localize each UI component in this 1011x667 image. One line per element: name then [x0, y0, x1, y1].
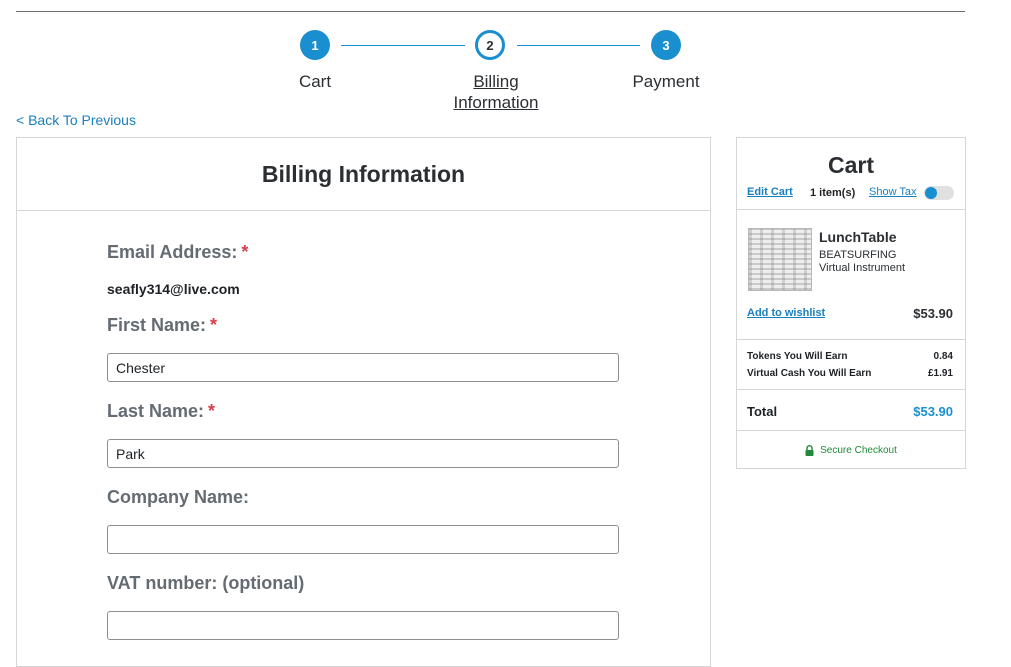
cart-divider [737, 339, 965, 340]
email-value: seafly314@live.com [107, 281, 240, 297]
step-1-indicator: 1 [300, 30, 330, 60]
cart-divider [737, 430, 965, 431]
back-to-previous-link[interactable]: < Back To Previous [16, 112, 136, 128]
step-2-label[interactable]: Billing Information [436, 71, 556, 113]
edit-cart-link[interactable]: Edit Cart [747, 186, 793, 198]
tokens-earn-value: 0.84 [933, 351, 953, 362]
company-name-label: Company Name: [107, 487, 250, 507]
secure-checkout-label: Secure Checkout [820, 445, 897, 456]
step-1-label[interactable]: Cart [275, 71, 355, 92]
step-connector-2 [517, 45, 640, 46]
first-name-label-text: First Name: [107, 315, 207, 335]
product-type: Virtual Instrument [819, 262, 906, 274]
tokens-earn-label: Tokens You Will Earn [747, 351, 848, 362]
product-thumbnail[interactable] [748, 228, 812, 291]
step-2-indicator: 2 [475, 30, 505, 60]
virtual-cash-earn-label: Virtual Cash You Will Earn [747, 368, 872, 379]
step-2-label-line1: Billing [473, 72, 519, 91]
cart-item-count: 1 item(s) [810, 187, 856, 199]
cart-summary-panel: Cart Edit Cart 1 item(s) Show Tax LunchT… [736, 137, 966, 469]
first-name-input[interactable] [107, 353, 619, 382]
show-tax-toggle[interactable] [924, 186, 954, 200]
last-name-input[interactable] [107, 439, 619, 468]
cart-divider [737, 209, 965, 210]
vat-number-input[interactable] [107, 611, 619, 640]
product-brand: BEATSURFING [819, 249, 897, 261]
email-label: Email Address: * [107, 242, 248, 263]
step-3-label[interactable]: Payment [616, 71, 716, 92]
last-name-label-text: Last Name: [107, 401, 205, 421]
required-mark: * [210, 315, 218, 335]
secure-checkout-badge: Secure Checkout [737, 445, 965, 456]
step-connector-1 [341, 45, 465, 46]
billing-form-panel: Billing Information Email Address: * seaf… [16, 137, 711, 667]
last-name-label: Last Name: * [107, 401, 215, 422]
virtual-cash-earn-value: £1.91 [927, 368, 953, 379]
product-name[interactable]: LunchTable [819, 229, 897, 245]
item-price: $53.90 [913, 306, 953, 321]
cart-divider [737, 389, 965, 390]
step-2-label-line2: Information [453, 93, 539, 112]
required-mark: * [241, 242, 249, 262]
top-divider [16, 11, 965, 12]
first-name-label: First Name: * [107, 315, 217, 336]
step-3-indicator: 3 [651, 30, 681, 60]
company-name-input[interactable] [107, 525, 619, 554]
toggle-knob [925, 187, 937, 199]
lock-icon [805, 445, 814, 456]
total-label: Total [747, 404, 778, 419]
vat-number-label: VAT number: (optional) [107, 573, 305, 593]
required-mark: * [208, 401, 216, 421]
cart-title: Cart [827, 152, 874, 178]
show-tax-link[interactable]: Show Tax [869, 186, 917, 198]
billing-form-title: Billing Information [17, 138, 710, 211]
email-label-text: Email Address: [107, 242, 238, 262]
add-to-wishlist-link[interactable]: Add to wishlist [747, 307, 825, 319]
total-value: $53.90 [913, 404, 953, 419]
